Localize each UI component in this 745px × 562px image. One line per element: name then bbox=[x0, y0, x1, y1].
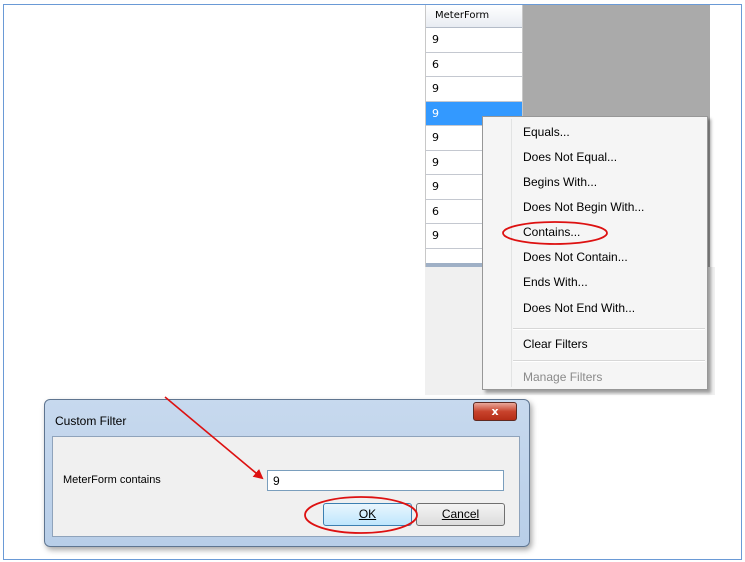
menu-item-begins-with[interactable]: Begins With... bbox=[523, 171, 597, 193]
column-header-meterform[interactable]: MeterForm bbox=[426, 5, 522, 28]
menu-item-ends-with[interactable]: Ends With... bbox=[523, 271, 588, 293]
custom-filter-dialog: Custom Filter x MeterForm contains OK Ca… bbox=[44, 399, 530, 547]
grid-row[interactable]: 6 bbox=[426, 53, 522, 77]
filter-value-input[interactable] bbox=[267, 470, 504, 491]
cancel-button[interactable]: Cancel bbox=[416, 503, 505, 526]
filter-field-label: MeterForm contains bbox=[63, 474, 161, 486]
menu-item-does-not-equal[interactable]: Does Not Equal... bbox=[523, 146, 617, 168]
menu-separator bbox=[513, 360, 705, 362]
menu-item-clear-filters[interactable]: Clear Filters bbox=[523, 333, 588, 355]
ok-button[interactable]: OK bbox=[323, 503, 412, 526]
dialog-title: Custom Filter bbox=[55, 414, 127, 428]
menu-item-does-not-end-with[interactable]: Does Not End With... bbox=[523, 297, 635, 319]
close-button[interactable]: x bbox=[473, 402, 517, 421]
menu-item-does-not-contain[interactable]: Does Not Contain... bbox=[523, 246, 628, 268]
menu-item-equals[interactable]: Equals... bbox=[523, 121, 570, 143]
menu-item-does-not-begin-with[interactable]: Does Not Begin With... bbox=[523, 196, 644, 218]
filter-context-menu: Equals... Does Not Equal... Begins With.… bbox=[482, 116, 708, 390]
menu-gutter bbox=[511, 119, 512, 387]
menu-separator bbox=[513, 328, 705, 330]
menu-item-manage-filters: Manage Filters bbox=[523, 370, 603, 384]
grid-row[interactable]: 9 bbox=[426, 28, 522, 53]
dialog-body: MeterForm contains OK Cancel bbox=[52, 436, 520, 537]
menu-item-contains[interactable]: Contains... bbox=[523, 221, 580, 243]
grid-row[interactable]: 9 bbox=[426, 77, 522, 102]
